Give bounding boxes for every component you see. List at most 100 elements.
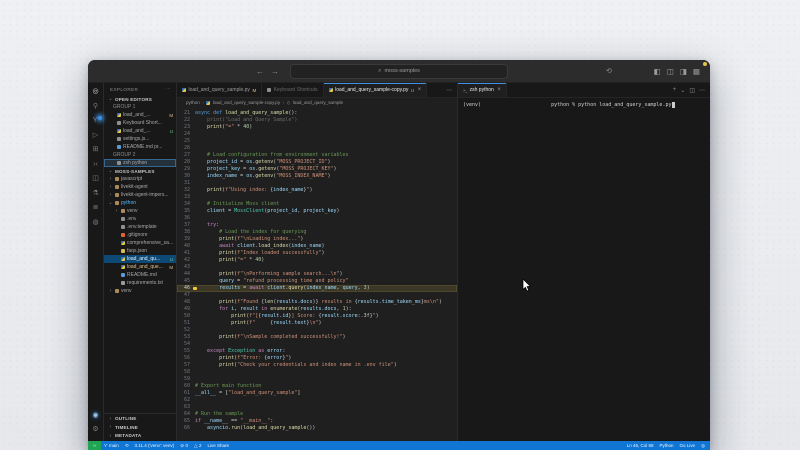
status-main[interactable]: Ƴmain — [101, 443, 122, 448]
toggle-sidebar-icon[interactable]: ◧ — [654, 67, 661, 76]
tree-item[interactable]: .env.template — [104, 223, 176, 231]
line-number[interactable]: 32 — [177, 187, 195, 194]
line-number[interactable]: 59 — [177, 376, 195, 383]
code-line[interactable]: 32 print(f"Using index: {index_name}") — [177, 187, 457, 194]
open-editor-item[interactable]: zsh python — [104, 159, 176, 167]
code-line[interactable]: 61 __all__ = ["load_and_query_sample"] — [177, 390, 457, 397]
activity-live-share-icon[interactable]: ◍ — [88, 219, 103, 227]
code-line[interactable]: 63 — [177, 404, 457, 411]
breadcrumb-item[interactable]: python — [186, 100, 200, 105]
code-line[interactable]: 62 — [177, 397, 457, 404]
chevron-down-icon[interactable]: ⌄ — [680, 87, 685, 94]
line-number[interactable]: 25 — [177, 138, 195, 145]
command-center-search[interactable]: ⌕ moss-samples — [290, 63, 508, 79]
code-line[interactable]: 30 index_name = os.getenv("MOSS_INDEX_NA… — [177, 173, 457, 180]
sidebar-more-icon[interactable]: ⋯ — [166, 86, 171, 92]
tree-item[interactable]: › venv — [104, 207, 176, 215]
section-timeline[interactable]: › TIMELINE — [104, 423, 176, 432]
code-line[interactable]: 56 print(f"Error: {error}") — [177, 355, 457, 362]
line-number[interactable]: 58 — [177, 369, 195, 376]
line-number[interactable]: 65 — [177, 418, 195, 425]
code-line[interactable]: 24 — [177, 131, 457, 138]
line-number[interactable]: 42 — [177, 257, 195, 264]
line-number[interactable]: 27 — [177, 152, 195, 159]
code-line[interactable]: 42 print("=" * 40) — [177, 257, 457, 264]
terminal-body[interactable]: (venv) python % python load_and_query_sa… — [458, 98, 710, 441]
status-sync[interactable]: ⟲ — [122, 443, 132, 449]
customize-layout-icon[interactable]: ▦ — [693, 67, 700, 76]
code-line[interactable]: 51 print(f" {result.text}\n") — [177, 320, 457, 327]
activity-accounts-icon[interactable]: ◉ — [88, 412, 103, 420]
code-line[interactable]: 31 — [177, 180, 457, 187]
code-line[interactable]: 39 print(f"\nLoading index...") — [177, 236, 457, 243]
activity-extensions-icon[interactable]: ⊞ — [88, 146, 103, 154]
line-number[interactable]: 41 — [177, 250, 195, 257]
code-line[interactable]: 33 — [177, 194, 457, 201]
editor-more-actions[interactable]: ⋯ — [441, 83, 457, 97]
line-number[interactable]: 40 — [177, 243, 195, 250]
line-number[interactable]: 29 — [177, 166, 195, 173]
open-editors-header[interactable]: ⌄ OPEN EDITORS — [104, 95, 176, 103]
open-editor-item[interactable]: load_and_... M — [104, 111, 176, 119]
tree-item[interactable]: .gitignore — [104, 231, 176, 239]
code-line[interactable]: 25 — [177, 138, 457, 145]
forward-icon[interactable]: → — [271, 67, 279, 76]
open-editor-item[interactable]: load_and_... U — [104, 127, 176, 135]
code-line[interactable]: 64 # Run the sample — [177, 411, 457, 418]
tree-item[interactable]: README.md — [104, 271, 176, 279]
tree-item[interactable]: › javascript — [104, 175, 176, 183]
line-number[interactable]: 36 — [177, 215, 195, 222]
line-number[interactable]: 31 — [177, 180, 195, 187]
line-number[interactable]: 45 — [177, 278, 195, 285]
lightbulb-icon[interactable] — [193, 286, 197, 290]
code-line[interactable]: 48 print(f"Found {len(results.docs)} res… — [177, 299, 457, 306]
tree-item[interactable]: requirements.txt — [104, 279, 176, 287]
back-icon[interactable]: ← — [256, 67, 264, 76]
status-live-share[interactable]: Live Share — [204, 443, 232, 448]
toggle-panel-icon[interactable]: ◫ — [667, 67, 674, 76]
tree-item[interactable]: .env — [104, 215, 176, 223]
code-line[interactable]: 35 client = MossClient(project_id, proje… — [177, 208, 457, 215]
code-line[interactable]: 57 print("Check your credentials and ind… — [177, 362, 457, 369]
terminal-tab[interactable]: >_ zsh python × — [458, 83, 507, 97]
line-number[interactable]: 49 — [177, 306, 195, 313]
line-number[interactable]: 52 — [177, 327, 195, 334]
activity-remote-icon[interactable]: ›‹ — [88, 161, 103, 169]
code-line[interactable]: 55 except Exception as error: — [177, 348, 457, 355]
close-icon[interactable]: × — [418, 87, 422, 93]
line-number[interactable]: 24 — [177, 131, 195, 138]
line-number[interactable]: 22 — [177, 117, 195, 124]
status-ln-46-col-58[interactable]: Ln 46, Col 58 — [624, 443, 657, 448]
code-line[interactable]: 27 # Load configuration from environment… — [177, 152, 457, 159]
breadcrumb-item[interactable]: load_and_query_sample — [293, 100, 343, 105]
code-line[interactable]: 65 if __name__ == "__main__": — [177, 418, 457, 425]
line-number[interactable]: 21 — [177, 110, 195, 117]
code-line[interactable]: 43 — [177, 264, 457, 271]
split-icon[interactable]: ◫ — [689, 87, 695, 94]
tree-item[interactable]: load_and_que... M — [104, 263, 176, 271]
code-line[interactable]: 38 # Load the index for querying — [177, 229, 457, 236]
breadcrumb-item[interactable]: load_and_query_sample-copy.py — [213, 100, 280, 105]
code-line[interactable]: 52 — [177, 327, 457, 334]
activity-source-control-icon[interactable]: Ƴ — [88, 116, 103, 125]
code-line[interactable]: 40 await client.load_index(index_name) — [177, 243, 457, 250]
open-editor-item[interactable]: Keyboard Short... — [104, 119, 176, 127]
code-line[interactable]: 29 project_key = os.getenv("MOSS_PROJECT… — [177, 166, 457, 173]
code-line[interactable]: 60 # Export main function — [177, 383, 457, 390]
line-number[interactable]: 38 — [177, 229, 195, 236]
line-number[interactable]: 35 — [177, 208, 195, 215]
code-line[interactable]: 26 — [177, 145, 457, 152]
tree-item[interactable]: load_and_qu... U — [104, 255, 176, 263]
activity-search-icon[interactable]: ⚲ — [88, 103, 103, 111]
code-line[interactable]: 49 for i, result in enumerate(results.do… — [177, 306, 457, 313]
tree-item[interactable]: comprehensive_sa... — [104, 239, 176, 247]
line-number[interactable]: 55 — [177, 348, 195, 355]
code-line[interactable]: 47 — [177, 292, 457, 299]
line-number[interactable]: 50 — [177, 313, 195, 320]
status-0[interactable]: ⊘ 0 — [177, 443, 191, 449]
tree-item[interactable]: › livekit-agent — [104, 183, 176, 191]
line-number[interactable]: 60 — [177, 383, 195, 390]
line-number[interactable]: 37 — [177, 222, 195, 229]
line-number[interactable]: 33 — [177, 194, 195, 201]
code-line[interactable]: 22 print("Load and Query Sample") — [177, 117, 457, 124]
